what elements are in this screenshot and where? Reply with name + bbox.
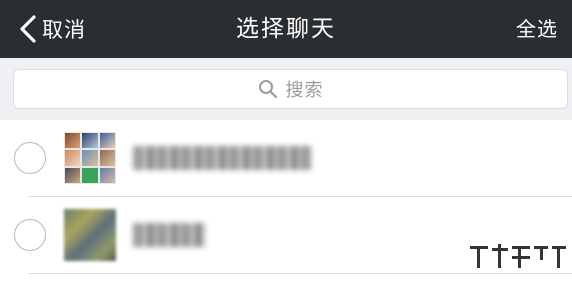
select-radio[interactable] bbox=[14, 219, 46, 251]
select-all-button[interactable]: 全选 bbox=[516, 0, 558, 58]
chevron-left-icon bbox=[20, 15, 36, 43]
search-area: 搜索 bbox=[0, 58, 572, 120]
search-icon bbox=[258, 80, 277, 99]
chat-name bbox=[133, 223, 205, 247]
list-item[interactable] bbox=[0, 120, 572, 197]
chat-name bbox=[133, 146, 311, 170]
cancel-button[interactable]: 取消 bbox=[18, 12, 86, 46]
cancel-label: 取消 bbox=[42, 18, 86, 42]
search-input[interactable]: 搜索 bbox=[13, 69, 568, 109]
navigation-bar: 取消 选择聊天 全选 bbox=[0, 0, 572, 58]
select-radio[interactable] bbox=[14, 142, 46, 174]
watermark-logo bbox=[470, 244, 566, 268]
contact-avatar bbox=[64, 209, 116, 261]
search-placeholder: 搜索 bbox=[285, 80, 324, 101]
group-avatar bbox=[64, 132, 116, 184]
